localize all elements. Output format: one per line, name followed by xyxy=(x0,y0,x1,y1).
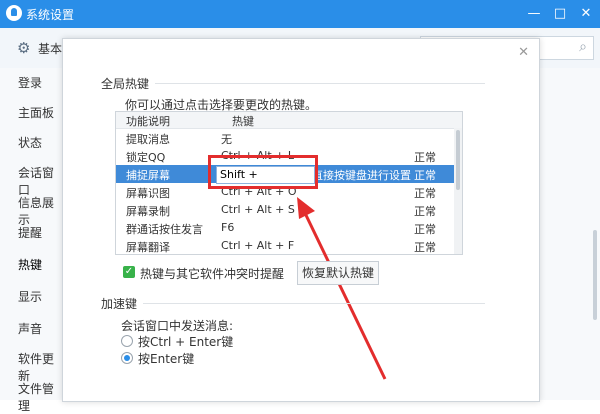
page-scrollbar[interactable] xyxy=(593,230,597,320)
radio-ctrl-enter[interactable] xyxy=(121,335,133,347)
minimize-icon[interactable]: — xyxy=(524,4,544,24)
window-title: 系统设置 xyxy=(26,8,75,22)
qq-logo-icon xyxy=(6,5,22,21)
sidebar-item-hotkeys[interactable]: 热键 xyxy=(18,256,42,273)
radio-enter[interactable] xyxy=(121,352,133,364)
background-panel xyxy=(538,68,600,400)
send-message-label: 会话窗口中发送消息: xyxy=(121,319,234,333)
sidebar-item-file-management[interactable]: 文件管理 xyxy=(18,380,62,414)
sidebar-item-info-display[interactable]: 信息展示 xyxy=(18,194,62,228)
section-label: 基本 xyxy=(38,42,63,56)
sidebar: 登录 主面板 状态 会话窗口 信息展示 提醒 热键 显示 声音 软件更新 文件管… xyxy=(0,68,62,413)
gear-icon: ⚙ xyxy=(17,39,31,57)
sidebar-item-chat-window[interactable]: 会话窗口 xyxy=(18,164,62,198)
sidebar-item-display[interactable]: 显示 xyxy=(18,288,42,305)
title-bar: 系统设置 — □ ✕ xyxy=(0,0,600,28)
sidebar-item-reminder[interactable]: 提醒 xyxy=(18,224,42,241)
divider xyxy=(143,303,485,304)
accel-title: 加速键 xyxy=(101,297,138,311)
maximize-icon[interactable]: □ xyxy=(550,4,570,24)
radio-ctrl-enter-label: 按Ctrl + Enter键 xyxy=(138,335,234,349)
sidebar-item-status[interactable]: 状态 xyxy=(18,134,42,151)
sidebar-item-update[interactable]: 软件更新 xyxy=(18,350,62,384)
close-icon[interactable]: ✕ xyxy=(576,4,596,24)
conflict-checkbox-label: 热键与其它软件冲突时提醒 xyxy=(140,267,285,281)
sidebar-item-main-panel[interactable]: 主面板 xyxy=(18,104,54,121)
radio-enter-label: 按Enter键 xyxy=(138,352,195,366)
hotkey-dialog: ✕ 全局热键 你可以通过点击选择要更改的热键。 功能说明 热键 提取消息 无 锁… xyxy=(62,38,540,402)
conflict-checkbox[interactable]: ✓ xyxy=(123,266,135,278)
restore-default-button[interactable]: 恢复默认热键 xyxy=(297,261,379,285)
search-icon[interactable]: ⌕ xyxy=(579,39,587,55)
sidebar-item-sound[interactable]: 声音 xyxy=(18,320,42,337)
annotation-arrow xyxy=(297,197,387,380)
sidebar-item-login[interactable]: 登录 xyxy=(18,74,42,91)
